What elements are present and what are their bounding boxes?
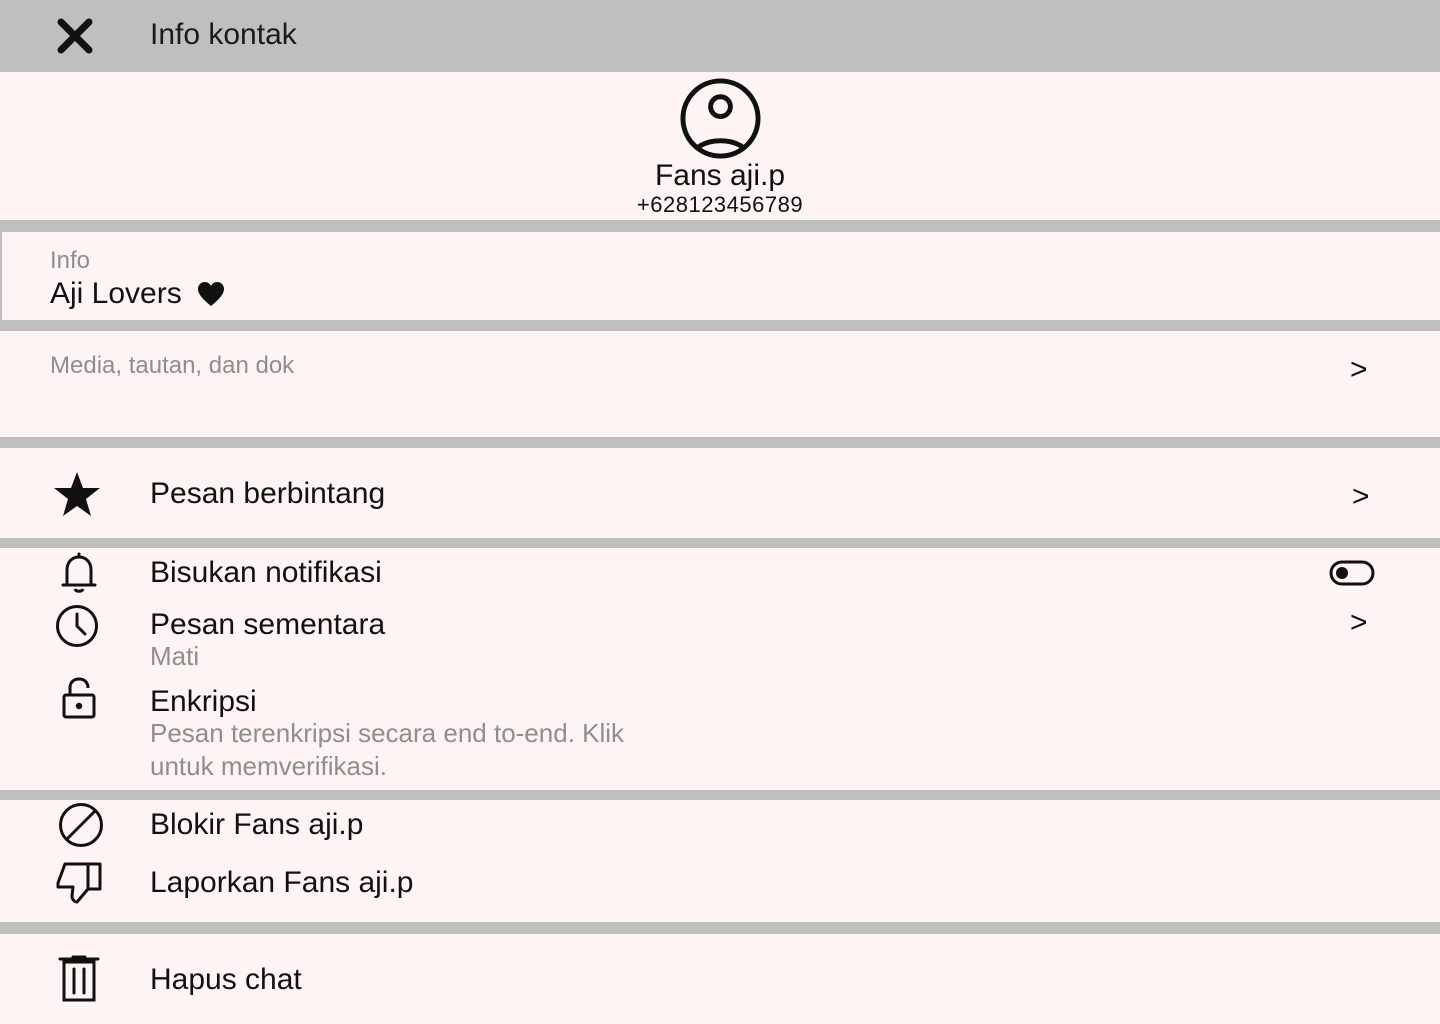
media-label: Media, tautan, dan dok (50, 352, 295, 379)
delete-chat-label: Hapus chat (150, 963, 302, 996)
contact-phone: +628123456789 (636, 192, 804, 217)
user-circle-icon[interactable] (679, 77, 762, 160)
contact-name: Fans aji.p (654, 159, 786, 192)
disappearing-value: Mati (150, 641, 200, 671)
clock-icon (56, 605, 98, 647)
header-bar: Info kontak (0, 0, 1440, 72)
encryption-description-line2: untuk memverifikasi. (150, 751, 387, 781)
trash-icon (58, 955, 100, 1002)
encryption-description-line1: Pesan terenkripsi secara end to-end. Kli… (150, 718, 625, 748)
encryption-label: Enkripsi (150, 685, 257, 718)
media-chevron-icon[interactable]: > (1350, 352, 1368, 388)
close-icon (57, 18, 93, 54)
mute-label: Bisukan notifikasi (150, 556, 382, 589)
report-label: Laporkan Fans aji.p (150, 866, 414, 899)
block-label: Blokir Fans aji.p (150, 808, 364, 841)
contact-info-screen: Info kontak Fans aji.p +628123456789 Inf… (0, 0, 1440, 1024)
block-icon (59, 803, 103, 847)
close-button[interactable] (52, 14, 98, 58)
starred-chevron-icon[interactable]: > (1352, 479, 1370, 515)
starred-label: Pesan berbintang (150, 477, 386, 510)
media-row[interactable] (0, 331, 1440, 437)
about-label: Info (50, 247, 91, 274)
disappearing-chevron-icon[interactable]: > (1350, 605, 1368, 641)
mute-toggle[interactable] (1329, 560, 1375, 586)
lock-icon (62, 677, 96, 719)
about-value: Aji Lovers (50, 277, 182, 310)
page-title: Info kontak (150, 18, 297, 51)
bell-icon (61, 552, 97, 593)
heart-icon (198, 282, 224, 306)
thumbs-down-icon (56, 862, 102, 904)
star-icon (54, 472, 100, 516)
disappearing-label: Pesan sementara (150, 608, 386, 641)
